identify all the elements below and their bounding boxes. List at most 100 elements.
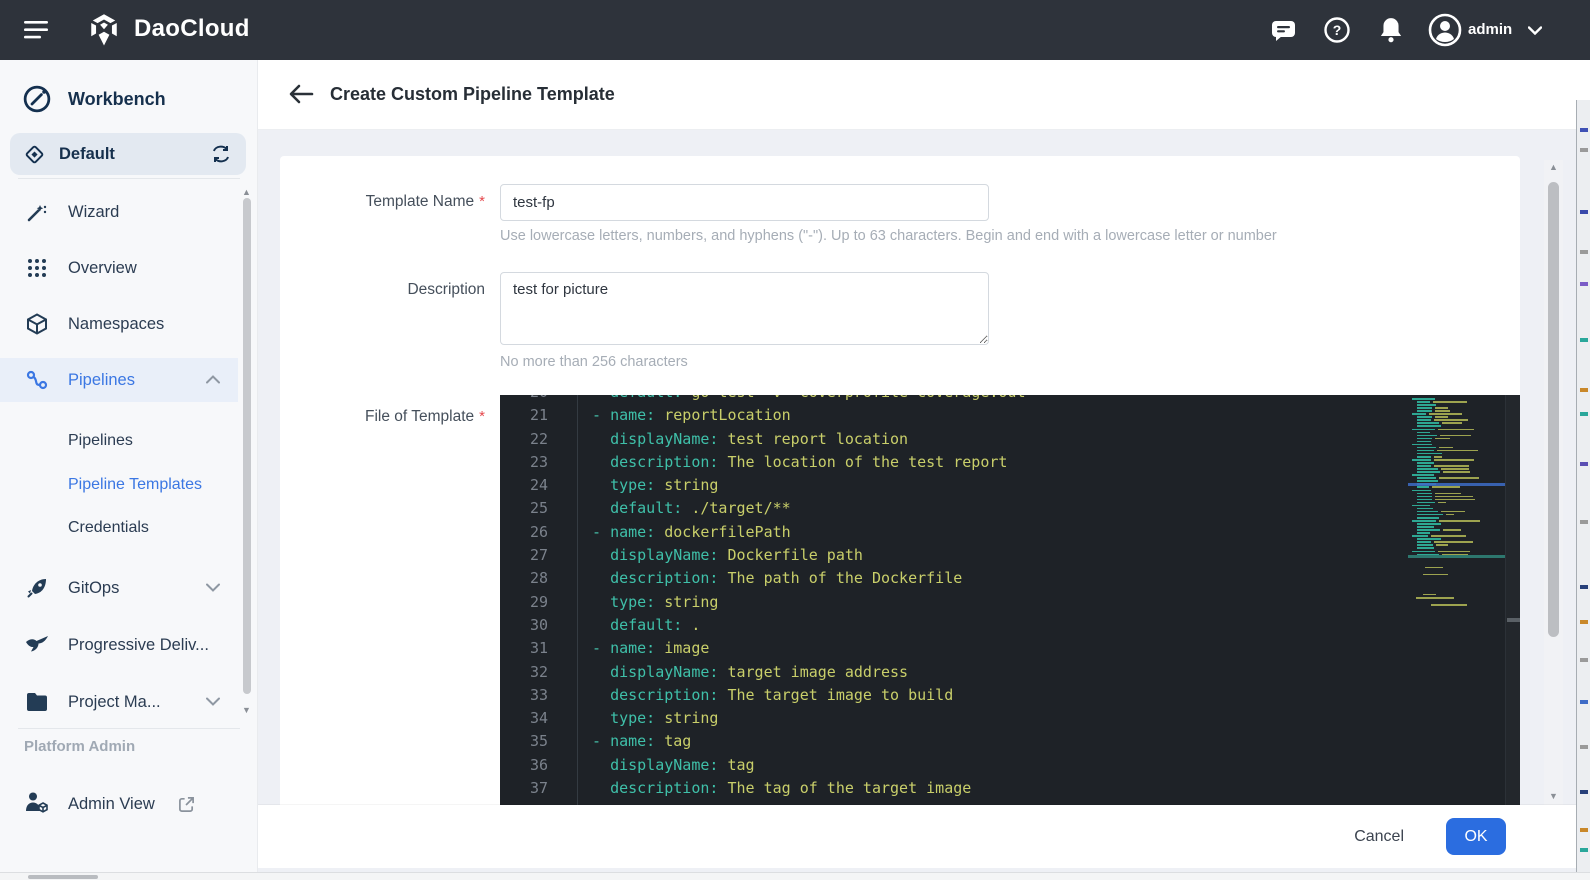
code-line[interactable]: 37 description: The tag of the target im… <box>500 777 1520 800</box>
horizontal-scrollbar[interactable] <box>0 872 1590 880</box>
code-text: displayName: target image address <box>592 661 908 684</box>
line-number: 25 <box>500 497 548 520</box>
platform-admin-section-label: Platform Admin <box>24 738 135 755</box>
description-label: Description <box>280 272 485 308</box>
line-number: 37 <box>500 777 548 800</box>
sidebar-subitem-credentials[interactable]: Credentials <box>0 506 238 550</box>
editor-scrollbar[interactable] <box>1505 395 1520 805</box>
yaml-code-editor[interactable]: 20 default: go test -v -coverprofile cov… <box>500 395 1520 805</box>
code-line[interactable]: 20 default: go test -v -coverprofile cov… <box>500 395 1520 404</box>
sidebar-item-gitops[interactable]: GitOps <box>0 566 238 610</box>
cancel-button[interactable]: Cancel <box>1336 818 1422 855</box>
sidebar-item-label: Pipelines <box>68 371 135 390</box>
ok-button[interactable]: OK <box>1446 818 1506 855</box>
minimap-line <box>1412 505 1430 507</box>
scroll-down-icon[interactable]: ▼ <box>242 706 251 715</box>
code-line[interactable]: 32 displayName: target image address <box>500 661 1520 684</box>
minimap-line <box>1417 441 1431 443</box>
content-scroll-thumb[interactable] <box>1548 182 1559 637</box>
sidebar-item-admin-view[interactable]: Admin View <box>0 782 258 826</box>
hamburger-menu-button[interactable] <box>18 0 54 60</box>
code-line[interactable]: 23 description: The location of the test… <box>500 451 1520 474</box>
code-text: type: string <box>592 707 718 730</box>
sidebar-subitem-pipelines[interactable]: Pipelines <box>0 419 238 463</box>
code-line[interactable]: 35- name: tag <box>500 730 1520 753</box>
scroll-up-icon[interactable]: ▲ <box>1549 163 1558 172</box>
sidebar-divider <box>18 178 240 179</box>
help-button[interactable]: ? <box>1320 0 1354 60</box>
sidebar-item-wizard[interactable]: Wizard <box>0 190 238 234</box>
description-textarea[interactable]: test for picture <box>500 272 989 345</box>
minimap-line <box>1439 477 1479 479</box>
sidebar-item-namespaces[interactable]: Namespaces <box>0 302 238 346</box>
scroll-down-icon[interactable]: ▼ <box>1549 792 1558 801</box>
workbench-header[interactable]: Workbench <box>22 84 166 114</box>
code-text: - name: image <box>592 637 709 660</box>
minimap-line <box>1435 410 1450 412</box>
form-card: Template Name* Use lowercase letters, nu… <box>280 156 1520 805</box>
minimap-line <box>1412 551 1435 553</box>
code-line[interactable]: 28 description: The path of the Dockerfi… <box>500 567 1520 590</box>
user-avatar[interactable] <box>1426 0 1464 60</box>
user-menu-toggle[interactable] <box>1520 0 1550 60</box>
minimap-line <box>1435 438 1450 440</box>
minimap-line <box>1443 471 1470 473</box>
minimap-line <box>1434 419 1468 421</box>
sidebar-item-pipelines[interactable]: Pipelines <box>0 358 238 402</box>
code-line[interactable]: 24 type: string <box>500 474 1520 497</box>
code-text: displayName: test report location <box>592 428 908 451</box>
switch-workspace-icon[interactable] <box>210 145 232 163</box>
line-number: 21 <box>500 404 548 427</box>
line-number: 29 <box>500 591 548 614</box>
back-button[interactable] <box>288 83 316 109</box>
workspace-selector[interactable]: Default <box>10 133 246 175</box>
minimap-line <box>1436 544 1448 546</box>
content-scrollbar[interactable]: ▲ ▼ <box>1544 160 1563 805</box>
chevron-down-icon <box>206 697 220 706</box>
editor-minimap[interactable] <box>1408 395 1505 805</box>
sidebar-item-progressive-delivery[interactable]: Progressive Deliv... <box>0 623 238 667</box>
minimap-line <box>1417 514 1443 516</box>
minimap-line <box>1417 499 1432 501</box>
sidebar-scrollbar[interactable]: ▲ ▼ <box>240 188 254 716</box>
editor-scroll-thumb[interactable] <box>1507 618 1520 622</box>
sidebar-item-overview[interactable]: Overview <box>0 246 238 290</box>
ruler-tick <box>1580 520 1588 524</box>
help-icon: ? <box>1323 16 1351 44</box>
code-line[interactable]: 29 type: string <box>500 591 1520 614</box>
ruler-tick <box>1580 462 1588 466</box>
sidebar-scroll-thumb[interactable] <box>243 198 251 694</box>
line-number: 33 <box>500 684 548 707</box>
minimap-line <box>1417 416 1432 418</box>
notifications-button[interactable] <box>1374 0 1408 60</box>
code-line[interactable]: 34 type: string <box>500 707 1520 730</box>
horizontal-scroll-thumb[interactable] <box>28 875 98 879</box>
minimap-line <box>1416 597 1454 598</box>
ruler-tick <box>1580 620 1588 624</box>
code-line[interactable]: 30 default: . <box>500 614 1520 637</box>
code-line[interactable]: 25 default: ./target/** <box>500 497 1520 520</box>
line-number: 20 <box>500 395 548 404</box>
code-line[interactable]: 22 displayName: test report location <box>500 428 1520 451</box>
code-line[interactable]: 21- name: reportLocation <box>500 404 1520 427</box>
daocloud-logo-icon <box>84 0 124 60</box>
grid-icon <box>26 257 48 279</box>
sidebar-item-project-management[interactable]: Project Ma... <box>0 680 238 724</box>
sidebar-subitem-label: Pipeline Templates <box>68 476 202 494</box>
code-line[interactable]: 33 description: The target image to buil… <box>500 684 1520 707</box>
code-line[interactable]: 27 displayName: Dockerfile path <box>500 544 1520 567</box>
code-line[interactable]: 36 displayName: tag <box>500 754 1520 777</box>
code-line[interactable]: 26- name: dockerfilePath <box>500 521 1520 544</box>
line-number: 24 <box>500 474 548 497</box>
template-name-hint: Use lowercase letters, numbers, and hyph… <box>500 228 1420 244</box>
minimap-line <box>1434 541 1473 543</box>
messages-button[interactable] <box>1266 0 1300 60</box>
code-line[interactable]: 31- name: image <box>500 637 1520 660</box>
template-name-input[interactable] <box>500 184 989 221</box>
sidebar-subitem-pipeline-templates[interactable]: Pipeline Templates <box>0 463 238 507</box>
minimap-line <box>1417 496 1432 498</box>
minimap-line <box>1417 422 1439 424</box>
scroll-up-icon[interactable]: ▲ <box>242 188 251 197</box>
wand-icon <box>25 200 49 224</box>
code-text: displayName: Dockerfile path <box>592 544 863 567</box>
